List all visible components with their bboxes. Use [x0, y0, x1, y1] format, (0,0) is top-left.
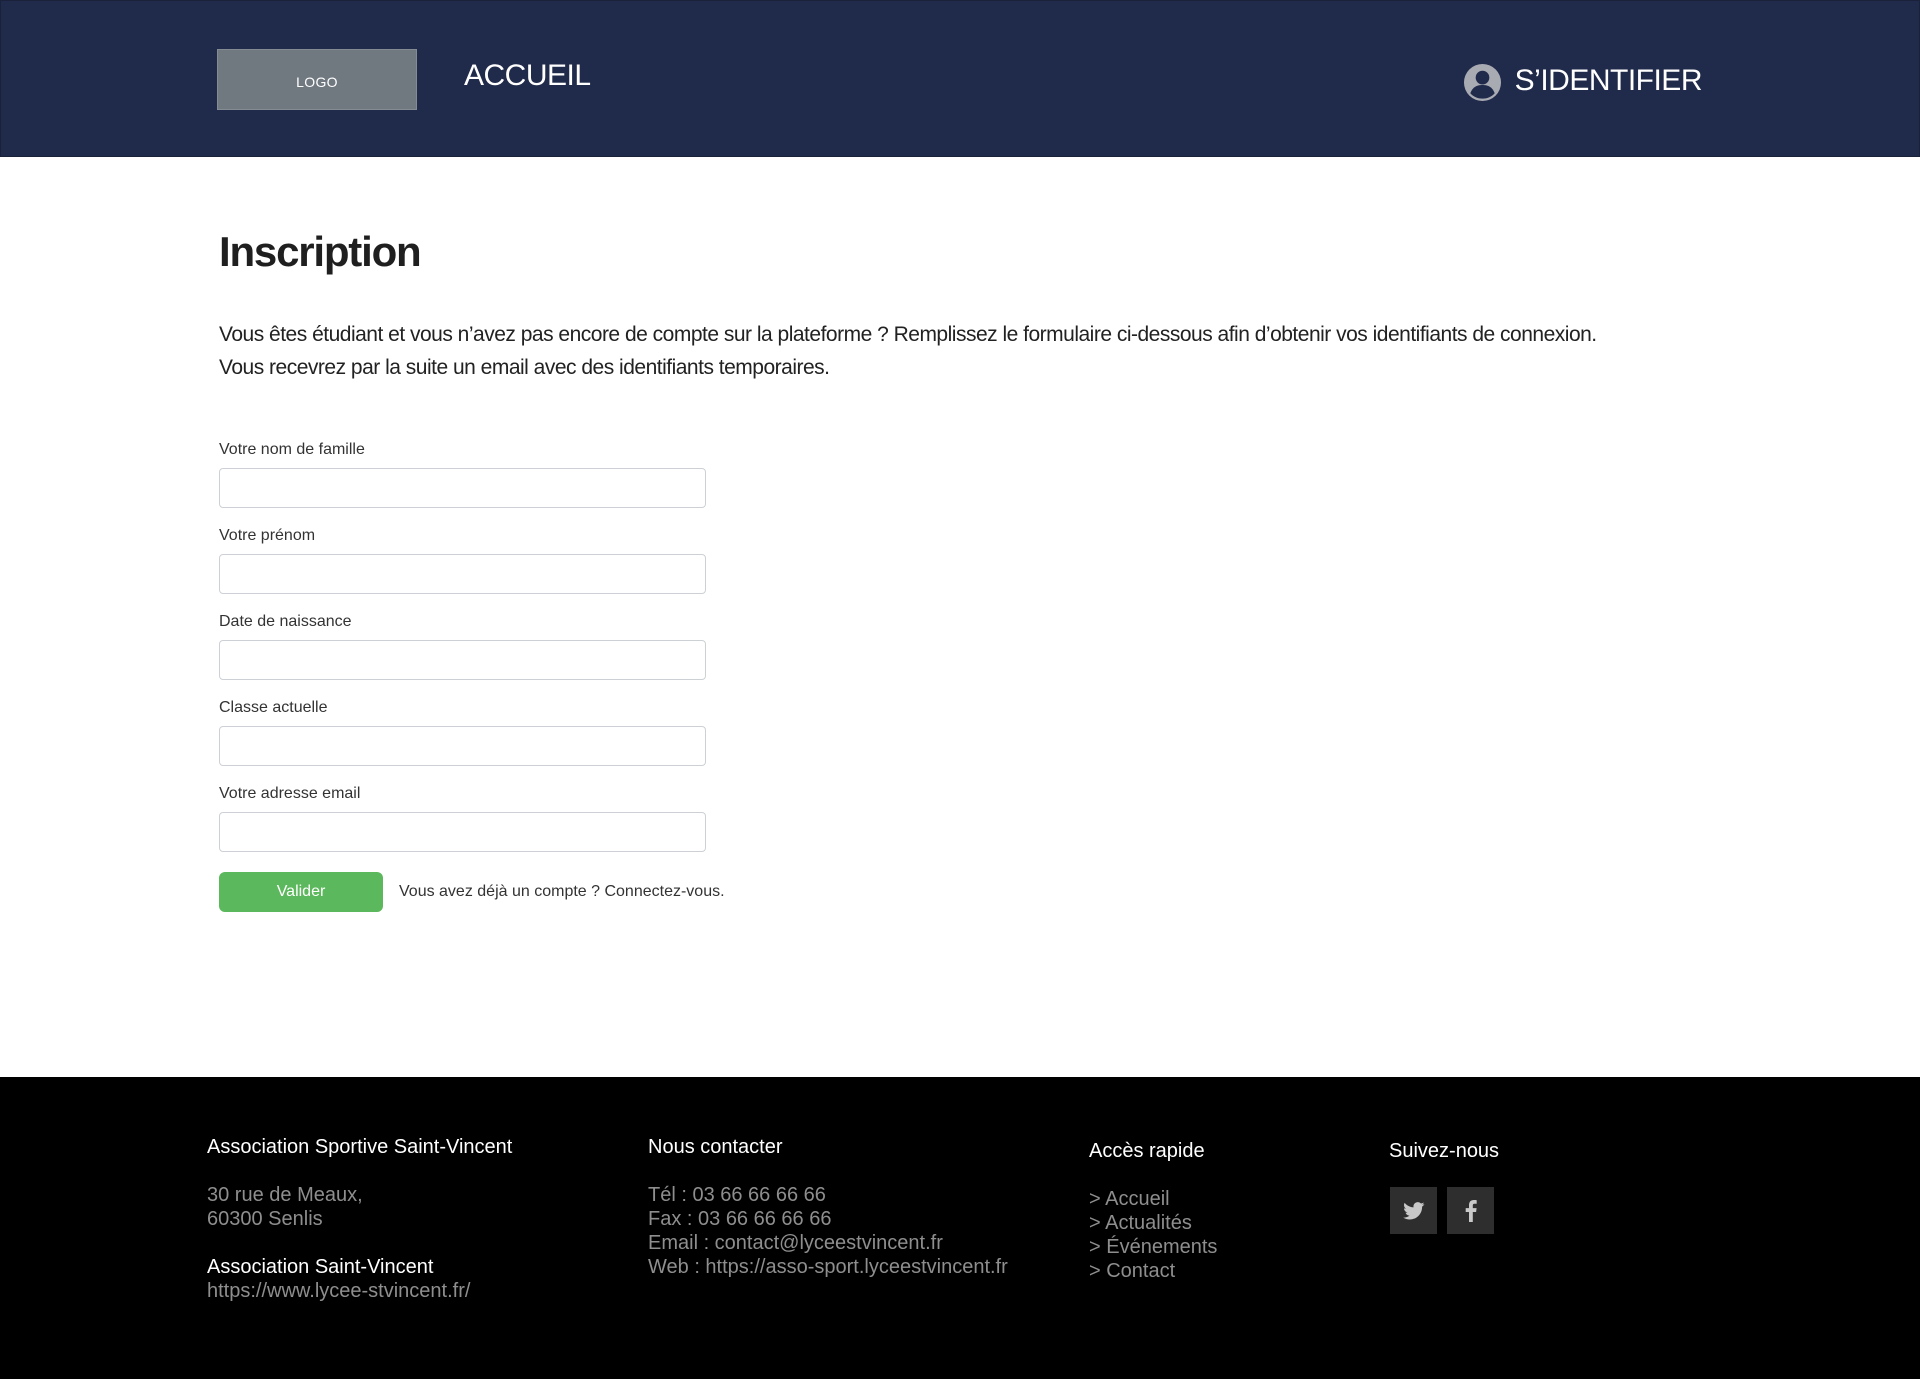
footer-link-accueil[interactable]: > Accueil: [1089, 1187, 1217, 1211]
intro-line-1: Vous êtes étudiant et vous n’avez pas en…: [219, 323, 1597, 346]
footer-heading-association: Association Sportive Saint-Vincent: [207, 1136, 513, 1158]
class-label: Classe actuelle: [219, 699, 328, 716]
footer-org-name: Association Saint-Vincent: [207, 1256, 434, 1278]
login-button[interactable]: S’IDENTIFIER: [1463, 59, 1703, 102]
footer-heading-contact: Nous contacter: [648, 1136, 783, 1158]
submit-button[interactable]: Valider: [219, 872, 383, 912]
facebook-button[interactable]: [1447, 1187, 1494, 1234]
birthdate-label: Date de naissance: [219, 613, 352, 630]
footer-col-contact: Nous contacter Tél : 03 66 66 66 66 Fax …: [648, 1135, 1008, 1279]
facebook-icon: [1465, 1199, 1477, 1222]
page-title: Inscription: [219, 228, 422, 275]
footer-email-link[interactable]: Email : contact@lyceestvincent.fr: [648, 1231, 1008, 1255]
site-footer: Association Sportive Saint-Vincent 30 ru…: [0, 1077, 1920, 1379]
email-input[interactable]: [219, 812, 706, 852]
footer-address-line-2: 60300 Senlis: [207, 1208, 323, 1230]
login-link[interactable]: Vous avez déjà un compte ? Connectez-vou…: [399, 883, 725, 901]
class-input[interactable]: [219, 726, 706, 766]
logo[interactable]: LOGO: [217, 49, 417, 110]
footer-heading-quick-access: Accès rapide: [1089, 1140, 1205, 1162]
footer-link-contact[interactable]: > Contact: [1089, 1259, 1217, 1283]
birthdate-input[interactable]: [219, 640, 706, 680]
email-label: Votre adresse email: [219, 785, 361, 802]
footer-tel: Tél : 03 66 66 66 66: [648, 1184, 826, 1206]
footer-link-actualites[interactable]: > Actualités: [1089, 1211, 1217, 1235]
lastname-label: Votre nom de famille: [219, 441, 365, 458]
intro-line-2: Vous recevrez par la suite un email avec…: [219, 356, 830, 379]
footer-web-link[interactable]: Web : https://asso-sport.lyceestvincent.…: [648, 1255, 1008, 1279]
site-header: LOGO ACCUEIL S’IDENTIFIER: [0, 0, 1920, 157]
firstname-label: Votre prénom: [219, 527, 316, 544]
footer-link-evenements[interactable]: > Événements: [1089, 1235, 1217, 1259]
twitter-button[interactable]: [1390, 1187, 1437, 1234]
footer-col-quick-access: Accès rapide > Accueil > Actualités > Év…: [1089, 1139, 1217, 1283]
login-label: S’IDENTIFIER: [1514, 63, 1703, 97]
user-icon: [1463, 63, 1501, 102]
social-buttons: [1390, 1187, 1494, 1234]
footer-col-association: Association Sportive Saint-Vincent 30 ru…: [207, 1135, 512, 1303]
footer-heading-social: Suivez-nous: [1389, 1140, 1500, 1162]
nav-home-link[interactable]: ACCUEIL: [464, 59, 591, 93]
footer-org-url[interactable]: https://www.lycee-stvincent.fr/: [207, 1279, 512, 1303]
footer-fax: Fax : 03 66 66 66 66: [648, 1208, 832, 1230]
twitter-icon: [1402, 1201, 1424, 1219]
footer-address-line-1: 30 rue de Meaux,: [207, 1184, 363, 1206]
firstname-input[interactable]: [219, 554, 706, 594]
lastname-input[interactable]: [219, 468, 706, 508]
intro-text: Vous êtes étudiant et vous n’avez pas en…: [219, 318, 1719, 384]
footer-col-social: Suivez-nous: [1389, 1139, 1499, 1163]
